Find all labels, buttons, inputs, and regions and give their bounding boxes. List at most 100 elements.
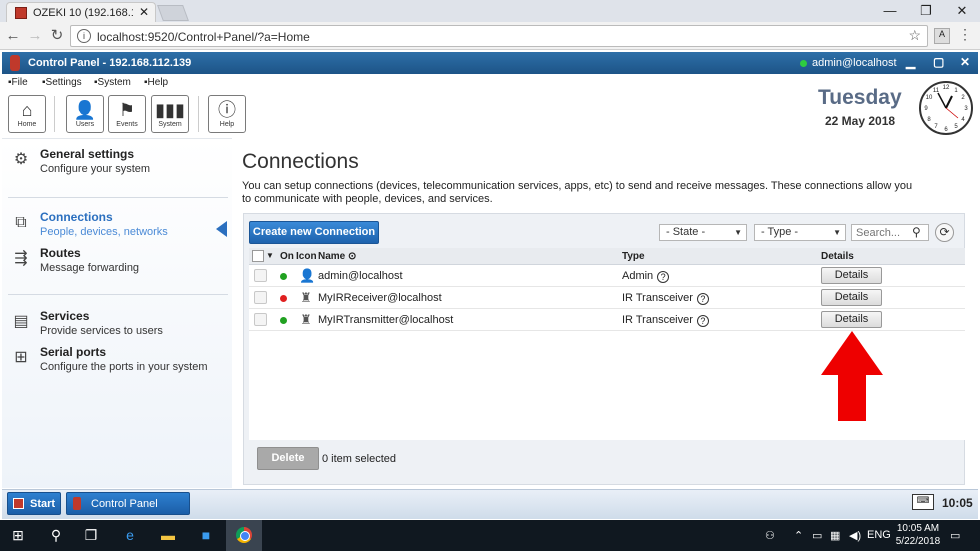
logged-in-user[interactable]: admin@localhost bbox=[812, 57, 897, 69]
task-view-icon[interactable]: ❐ bbox=[83, 527, 99, 543]
refresh-button[interactable]: ⟳ bbox=[935, 223, 954, 242]
table-row[interactable]: ♜ MyIRTransmitter@localhost IR Transceiv… bbox=[249, 309, 965, 331]
select-all-checkbox[interactable] bbox=[252, 250, 264, 262]
sidebar-item-subtitle: People, devices, networks bbox=[40, 226, 168, 238]
windows-start-icon[interactable]: ⊞ bbox=[10, 527, 26, 543]
toolbar-help-button[interactable]: ⓘ Help bbox=[208, 95, 246, 133]
keyboard-icon[interactable]: ⌨ bbox=[912, 494, 934, 510]
sidebar-item-connections[interactable]: ⧉ Connections People, devices, networks bbox=[10, 210, 230, 244]
table-row[interactable]: ♜ MyIRReceiver@localhost IR Transceiver?… bbox=[249, 287, 965, 309]
sidebar-item-routes[interactable]: ⇶ Routes Message forwarding bbox=[10, 246, 230, 280]
status-on-icon bbox=[280, 317, 287, 324]
connections-icon: ⧉ bbox=[15, 214, 27, 231]
menu-system-label: System bbox=[97, 77, 131, 88]
row-checkbox[interactable] bbox=[254, 269, 267, 282]
tray-chevron-up-icon[interactable]: ⌃ bbox=[794, 529, 803, 542]
control-panel-task-button[interactable]: Control Panel bbox=[66, 492, 190, 515]
status-off-icon bbox=[280, 295, 287, 302]
ozeki-logo-icon bbox=[10, 55, 20, 71]
menu-help-label: Help bbox=[147, 77, 169, 88]
volume-icon[interactable]: ◀) bbox=[849, 529, 861, 542]
help-icon[interactable]: ? bbox=[657, 271, 670, 283]
help-icon[interactable]: ? bbox=[696, 293, 709, 305]
toolbar-users-button[interactable]: 👤 Users bbox=[66, 95, 104, 133]
help-icon[interactable]: ? bbox=[696, 315, 709, 327]
app-close-icon[interactable]: ✕ bbox=[960, 55, 970, 69]
close-tab-icon[interactable]: ✕ bbox=[139, 5, 149, 19]
sidebar-item-serial-ports[interactable]: ⊞ Serial ports Configure the ports in yo… bbox=[10, 345, 230, 379]
system-time: 10:05 AM bbox=[896, 523, 940, 534]
app-title: Control Panel - 192.168.112.139 bbox=[28, 57, 192, 69]
table-row[interactable]: 👤 admin@localhost Admin? Details bbox=[249, 265, 965, 287]
file-explorer-icon[interactable]: ▬ bbox=[160, 527, 176, 543]
details-button[interactable]: Details bbox=[821, 267, 882, 284]
network-icon[interactable]: ▭ bbox=[812, 529, 822, 542]
new-tab-button[interactable] bbox=[157, 5, 189, 21]
svg-text:12: 12 bbox=[943, 85, 950, 91]
create-connection-button[interactable]: Create new Connection bbox=[249, 221, 379, 244]
column-name-label: Name bbox=[318, 251, 346, 262]
menu-system[interactable]: ▪System bbox=[94, 77, 131, 88]
connection-name[interactable]: admin@localhost bbox=[318, 270, 403, 282]
edge-browser-icon[interactable]: e bbox=[122, 527, 138, 543]
state-filter-select[interactable]: - State - ▼ bbox=[659, 224, 747, 241]
browser-menu-icon[interactable]: ⋮ bbox=[958, 26, 972, 43]
connection-type: IR Transceiver? bbox=[622, 292, 709, 305]
sidebar-item-services[interactable]: ▤ Services Provide services to users bbox=[10, 309, 230, 343]
row-checkbox[interactable] bbox=[254, 313, 267, 326]
delete-button[interactable]: Delete bbox=[257, 447, 319, 470]
reload-icon[interactable]: ↻ bbox=[48, 26, 66, 46]
toolbar-separator bbox=[198, 96, 199, 132]
close-window-button[interactable]: ✕ bbox=[944, 2, 980, 20]
chrome-task-button[interactable] bbox=[226, 520, 262, 551]
app-minimize-icon[interactable]: ▁ bbox=[906, 55, 915, 69]
start-button[interactable]: Start bbox=[7, 492, 61, 515]
select-menu-icon[interactable]: ▼ bbox=[266, 251, 274, 260]
store-icon[interactable]: ■ bbox=[198, 527, 214, 543]
sidebar-item-title: Serial ports bbox=[40, 345, 107, 359]
notifications-icon[interactable]: ▭ bbox=[950, 529, 960, 542]
search-icon[interactable]: ⚲ bbox=[48, 527, 64, 543]
input-language[interactable]: ENG bbox=[867, 529, 891, 541]
maximize-button[interactable]: ❐ bbox=[908, 2, 944, 20]
menu-settings[interactable]: ▪Settings bbox=[42, 77, 82, 88]
sidebar-item-general-settings[interactable]: ⚙ General settings Configure your system bbox=[10, 147, 230, 181]
minimize-button[interactable]: — bbox=[872, 2, 908, 20]
row-checkbox[interactable] bbox=[254, 291, 267, 304]
menu-file-label: File bbox=[11, 77, 28, 88]
ir-device-icon: ♜ bbox=[300, 312, 312, 327]
toolbar-home-button[interactable]: ⌂ Home bbox=[8, 95, 46, 133]
browser-tab[interactable]: OZEKI 10 (192.168.112.1: ✕ bbox=[6, 2, 156, 22]
ir-device-icon: ♜ bbox=[300, 290, 312, 305]
details-button[interactable]: Details bbox=[821, 289, 882, 306]
home-icon: ⌂ bbox=[21, 100, 33, 120]
forward-icon[interactable]: → bbox=[26, 26, 44, 46]
app-maximize-icon[interactable]: ▢ bbox=[933, 55, 944, 69]
system-clock[interactable]: 10:05 AM 5/22/2018 bbox=[893, 522, 943, 548]
extension-icon[interactable]: A bbox=[934, 28, 950, 44]
search-icon[interactable]: ⚲ bbox=[912, 225, 921, 239]
details-button[interactable]: Details bbox=[821, 311, 882, 328]
type-filter-select[interactable]: - Type - ▼ bbox=[754, 224, 846, 241]
menu-help[interactable]: ▪Help bbox=[144, 77, 168, 88]
system-date: 5/22/2018 bbox=[895, 536, 941, 547]
ozeki-tray-icon[interactable]: ▦ bbox=[830, 529, 840, 542]
menu-file[interactable]: ▪File bbox=[8, 77, 28, 88]
toolbar-system-label: System bbox=[158, 121, 182, 128]
bookmark-star-icon[interactable]: ☆ bbox=[908, 27, 921, 44]
url-field[interactable]: i localhost:9520/Control+Panel/?a=Home ☆ bbox=[70, 25, 928, 47]
people-icon[interactable]: ⚇ bbox=[765, 529, 775, 542]
toolbar-system-button[interactable]: ▮▮▮ System bbox=[151, 95, 189, 133]
sidebar-item-subtitle: Configure the ports in your system bbox=[40, 361, 208, 373]
column-icon: Icon bbox=[296, 251, 317, 262]
chevron-down-icon: ▼ bbox=[833, 228, 841, 237]
page-description: You can setup connections (devices, tele… bbox=[242, 180, 913, 205]
site-info-icon[interactable]: i bbox=[77, 29, 91, 43]
back-icon[interactable]: ← bbox=[4, 26, 22, 46]
column-name[interactable]: Name ⊙ bbox=[318, 251, 356, 262]
connection-name[interactable]: MyIRReceiver@localhost bbox=[318, 292, 442, 304]
toolbar-events-button[interactable]: ⚑ Events bbox=[108, 95, 146, 133]
sidebar-item-title: Services bbox=[40, 309, 90, 323]
bars-icon: ▮▮▮ bbox=[155, 100, 185, 120]
connection-name[interactable]: MyIRTransmitter@localhost bbox=[318, 314, 453, 326]
